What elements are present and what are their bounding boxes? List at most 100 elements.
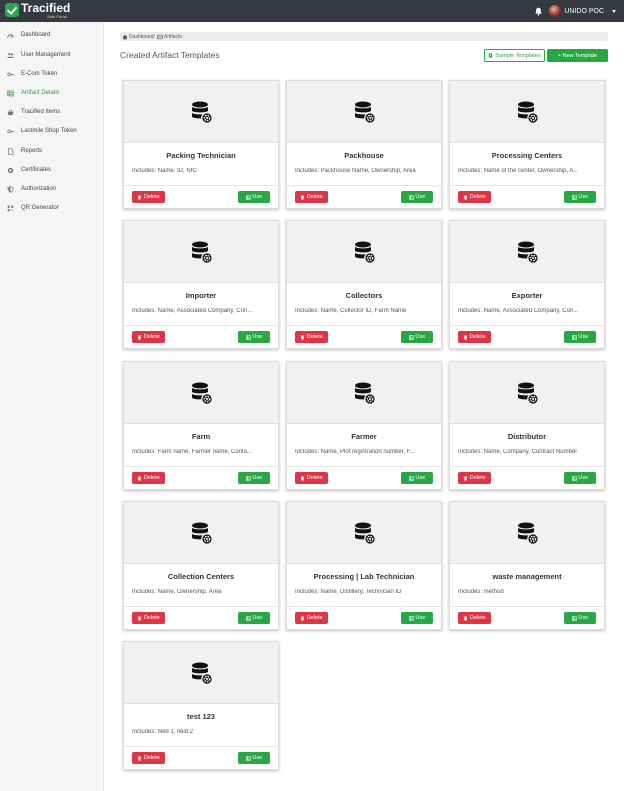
use-button[interactable]: Use <box>238 331 270 343</box>
use-button[interactable]: Use <box>564 472 596 484</box>
use-label: Use <box>252 475 263 481</box>
sidebar-item-ecom-token[interactable]: E-Com Token <box>0 67 104 81</box>
card-includes: Includes: Farm name, Farmer name, Conto.… <box>132 449 253 455</box>
sidebar-item-label: Dashboard <box>21 32 51 38</box>
delete-label: Delete <box>306 334 323 340</box>
card-footer: Delete Use <box>124 185 278 208</box>
logo-title: Tracified <box>21 1 71 15</box>
artifact-template-card: Farmer Includes: Name, Plot registration … <box>286 361 442 490</box>
database-icon <box>355 522 376 545</box>
delete-button[interactable]: Delete <box>132 752 165 764</box>
sidebar: Dashboard User Management E-Com Token Ar… <box>0 22 104 791</box>
tracified-logo[interactable]: Tracified Web Portal <box>5 2 70 21</box>
new-template-button[interactable]: + New Template <box>547 49 608 62</box>
card-title: Packing Technician <box>166 151 236 160</box>
list-icon <box>409 615 414 621</box>
sidebar-item-reports[interactable]: Reports <box>0 144 104 158</box>
database-icon <box>518 101 539 124</box>
delete-button[interactable]: Delete <box>458 331 491 343</box>
card-title: Exporter <box>511 291 543 300</box>
use-button[interactable]: Use <box>238 191 270 203</box>
top-navbar: Tracified Web Portal UNIDO POC <box>0 0 624 22</box>
artifact-template-card: Collectors Includes: Name, Collector ID, … <box>286 220 442 349</box>
delete-label: Delete <box>306 475 323 481</box>
delete-button[interactable]: Delete <box>458 612 491 624</box>
delete-button[interactable]: Delete <box>295 331 328 343</box>
breadcrumb-home[interactable]: Dashboard <box>129 34 153 40</box>
sidebar-item-qr-generator[interactable]: QR Generator <box>0 201 104 215</box>
breadcrumb: Dashboard / Artifacts <box>120 32 608 41</box>
use-button[interactable]: Use <box>401 191 433 203</box>
sidebar-item-certificates[interactable]: Certificates <box>0 163 104 177</box>
sample-templates-button[interactable]: Sample Templates <box>484 49 545 62</box>
use-button[interactable]: Use <box>401 612 433 624</box>
shopping-basket-icon <box>7 109 14 115</box>
database-icon <box>518 382 539 405</box>
page-title: Created Artifact Templates <box>120 50 220 60</box>
use-label: Use <box>252 334 263 340</box>
sidebar-item-user-management[interactable]: User Management <box>0 48 104 62</box>
delete-button[interactable]: Delete <box>132 472 165 484</box>
trash-icon <box>464 476 468 480</box>
delete-button[interactable]: Delete <box>458 472 491 484</box>
card-image-area <box>124 642 278 704</box>
artifact-template-card: Processing Centers Includes: Name of the … <box>449 80 605 209</box>
list-icon <box>572 334 577 340</box>
delete-label: Delete <box>469 615 486 621</box>
shield-icon <box>7 185 14 193</box>
new-template-label: + New Template <box>557 52 598 59</box>
use-label: Use <box>415 475 426 481</box>
delete-button[interactable]: Delete <box>132 612 165 624</box>
avatar[interactable] <box>549 5 562 17</box>
card-includes: Includes: field 1, field 2 <box>132 729 194 735</box>
qrcode-icon <box>7 205 14 211</box>
sidebar-item-tracified-items[interactable]: Tracified Items <box>0 105 104 119</box>
sidebar-item-artifact-details[interactable]: Artifact Details <box>0 86 104 100</box>
sidebar-item-authorization[interactable]: Authorization <box>0 182 104 196</box>
delete-button[interactable]: Delete <box>295 191 328 203</box>
card-includes: Includes: Name of the center, Ownership,… <box>458 168 579 174</box>
user-name[interactable]: UNIDO POC <box>564 8 604 15</box>
card-image-area <box>450 362 604 424</box>
delete-button[interactable]: Delete <box>295 472 328 484</box>
artifact-template-card: Exporter Includes: Name, Associated Compa… <box>449 220 605 349</box>
artifact-template-card: Packhouse Includes: Packhouse Name, Owner… <box>286 80 442 209</box>
database-icon <box>192 101 213 124</box>
use-button[interactable]: Use <box>238 752 270 764</box>
use-button[interactable]: Use <box>401 472 433 484</box>
use-button[interactable]: Use <box>564 331 596 343</box>
use-button[interactable]: Use <box>564 191 596 203</box>
trash-icon <box>138 476 142 480</box>
database-icon <box>355 101 376 124</box>
caret-down-icon[interactable] <box>612 9 616 13</box>
bell-icon[interactable] <box>534 7 543 16</box>
delete-label: Delete <box>143 755 160 761</box>
users-icon <box>7 52 14 58</box>
use-button[interactable]: Use <box>238 472 270 484</box>
sidebar-item-label: Tracified Items <box>21 109 61 115</box>
sidebar-item-label: User Management <box>21 52 71 58</box>
artifact-template-card: Packing Technician Includes: Name, ID, NI… <box>123 80 279 209</box>
delete-label: Delete <box>469 194 486 200</box>
use-label: Use <box>578 475 589 481</box>
delete-button[interactable]: Delete <box>458 191 491 203</box>
trash-icon <box>301 616 305 620</box>
breadcrumb-current: Artifacts <box>163 33 182 40</box>
delete-label: Delete <box>143 334 160 340</box>
card-image-area <box>124 502 278 564</box>
use-button[interactable]: Use <box>238 612 270 624</box>
use-label: Use <box>415 194 426 200</box>
card-footer: Delete Use <box>450 606 604 629</box>
use-button[interactable]: Use <box>564 612 596 624</box>
list-icon <box>572 194 577 200</box>
trash-icon <box>138 616 142 620</box>
sidebar-item-label: Authorization <box>21 186 57 192</box>
delete-button[interactable]: Delete <box>295 612 328 624</box>
card-image-area <box>450 502 604 564</box>
sidebar-item-lastmile-shop-token[interactable]: Lastmile Shop Token <box>0 124 104 138</box>
delete-button[interactable]: Delete <box>132 331 165 343</box>
delete-button[interactable]: Delete <box>132 191 165 203</box>
list-icon <box>246 475 251 481</box>
use-button[interactable]: Use <box>401 331 433 343</box>
sidebar-item-dashboard[interactable]: Dashboard <box>0 28 104 42</box>
